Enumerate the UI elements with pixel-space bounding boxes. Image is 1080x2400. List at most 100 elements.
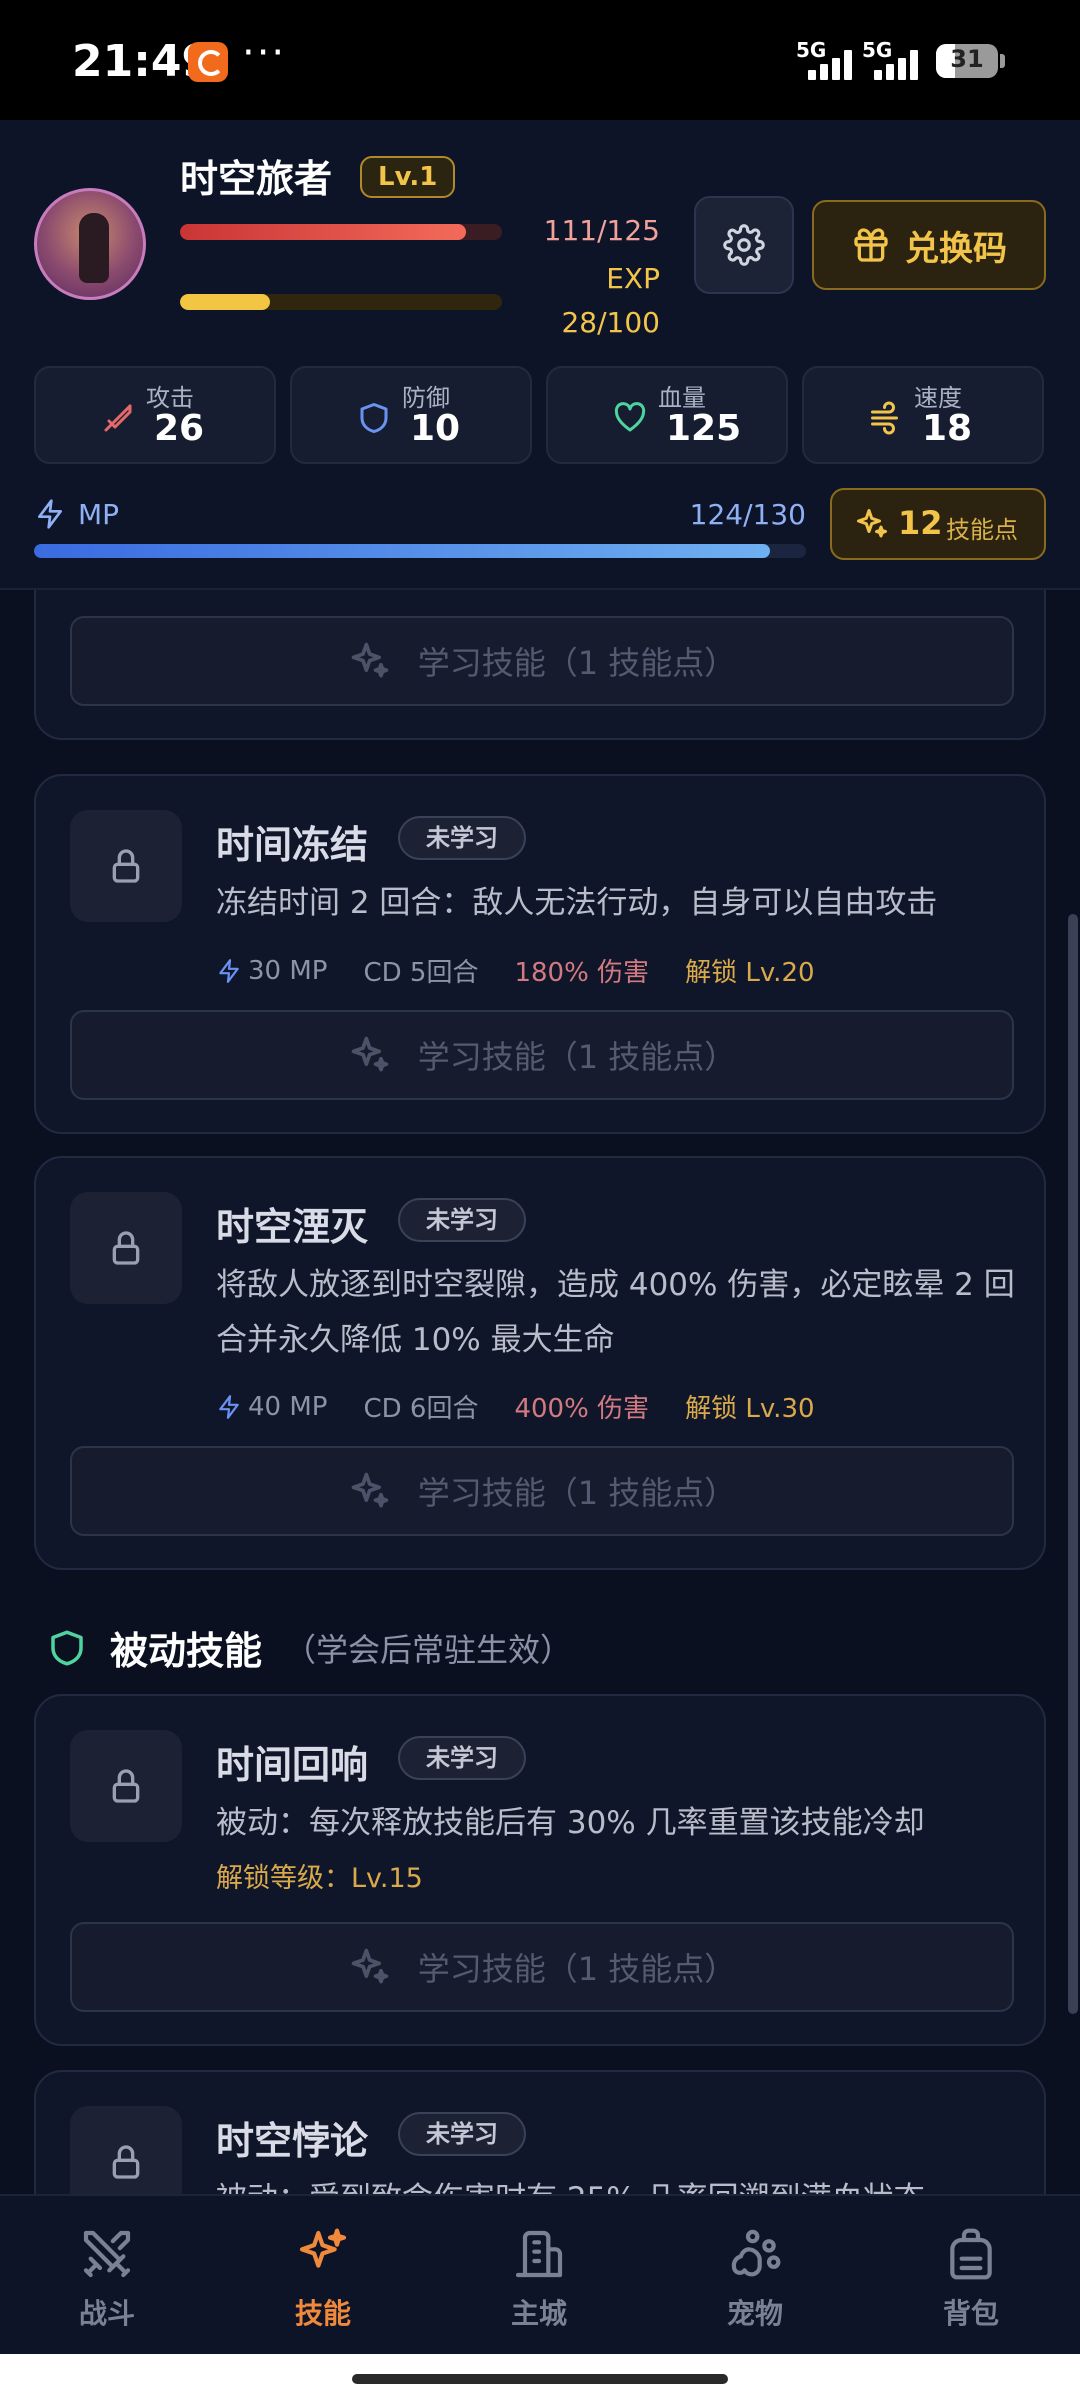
skill-damage: 400% 伤害	[514, 1394, 650, 1424]
learn-skill-button[interactable]: 学习技能（1 技能点）	[70, 616, 1014, 706]
skill-unlock-level: 解锁等级：Lv.15	[216, 1863, 423, 1894]
passive-skill-card: 时空悖论 未学习 被动：受到致命伤害时有 25% 几率回溯到满血状态	[34, 2070, 1046, 2194]
skill-points-label: 技能点	[946, 516, 1018, 544]
learn-skill-label: 学习技能（1 技能点）	[417, 1038, 737, 1076]
sparkles-icon	[351, 1472, 389, 1508]
skill-status-badge: 未学习	[398, 816, 526, 860]
skill-points-value: 12	[898, 504, 943, 542]
stat-defense-value: 10	[410, 408, 461, 449]
stat-speed: 速度 18	[802, 366, 1044, 464]
sparkles-icon	[351, 1948, 389, 1984]
shield-icon	[51, 1630, 83, 1665]
skill-name: 时间回响	[216, 1743, 369, 1787]
redeem-code-label: 兑换码	[905, 228, 1007, 269]
nav-label: 背包	[942, 2297, 999, 2330]
skill-status-badge: 未学习	[398, 1736, 526, 1780]
notification-app-icon	[188, 42, 228, 82]
skill-description: 被动：每次释放技能后有 30% 几率重置该技能冷却	[216, 1805, 925, 1841]
skill-unlock-level: 解锁 Lv.20	[685, 958, 815, 988]
sword-icon	[104, 404, 132, 432]
sparkles-icon	[351, 642, 389, 678]
lightning-icon	[219, 958, 239, 983]
skill-meta: 30 MP CD 5回合 180% 伤害 解锁 Lv.20	[216, 952, 815, 989]
skill-status-badge: 未学习	[398, 2112, 526, 2156]
settings-button[interactable]	[694, 196, 794, 294]
skill-name: 时空湮灭	[216, 1205, 369, 1249]
battery-level: 31	[950, 45, 984, 73]
exp-value: 28/100	[561, 306, 660, 339]
skill-meta: 40 MP CD 6回合 400% 伤害 解锁 Lv.30	[216, 1388, 815, 1425]
skill-card-previous: 学习技能（1 技能点）	[34, 590, 1046, 740]
exp-label: EXP	[606, 262, 660, 295]
skill-locked-slot	[70, 2106, 182, 2194]
signal-icon-1	[808, 50, 860, 80]
learn-skill-label: 学习技能（1 技能点）	[417, 644, 737, 682]
sparkles-icon	[299, 2228, 347, 2268]
backpack-icon	[950, 2228, 992, 2280]
player-avatar[interactable]	[34, 188, 146, 300]
passive-skills-subtitle: （学会后常驻生效）	[284, 1630, 573, 1669]
stat-attack: 攻击 26	[34, 366, 276, 464]
skill-points-badge[interactable]: 12 技能点	[830, 488, 1046, 560]
lightning-icon	[219, 1394, 239, 1419]
nav-tab-backpack[interactable]: 背包	[896, 2226, 1046, 2336]
nav-tab-pets[interactable]: 宠物	[680, 2226, 830, 2336]
gear-icon	[723, 224, 765, 266]
home-indicator[interactable]	[352, 2374, 728, 2384]
stat-hp: 血量 125	[546, 366, 788, 464]
nav-tab-battle[interactable]: 战斗	[32, 2226, 182, 2336]
nav-label: 宠物	[726, 2297, 783, 2330]
skill-name: 时间冻结	[216, 823, 369, 867]
skill-cooldown: CD 6回合	[363, 1394, 479, 1424]
shield-icon	[360, 403, 388, 433]
skill-mp-cost: 30 MP	[248, 955, 328, 986]
gift-icon	[854, 228, 888, 262]
skill-mp-cost: 40 MP	[248, 1391, 328, 1422]
skill-damage: 180% 伤害	[514, 958, 650, 988]
stat-hp-value: 125	[666, 408, 742, 449]
nav-label: 技能	[294, 2297, 351, 2330]
skill-description: 冻结时间 2 回合：敌人无法行动，自身可以自由攻击	[216, 885, 938, 921]
mp-label: MP	[78, 498, 120, 531]
skill-locked-slot	[70, 1730, 182, 1842]
nav-tab-skills[interactable]: 技能	[248, 2226, 398, 2336]
nav-label: 战斗	[78, 2297, 135, 2330]
lock-icon	[112, 1231, 140, 1265]
skill-status-badge: 未学习	[398, 1198, 526, 1242]
skill-name: 时空悖论	[216, 2119, 369, 2163]
skill-locked-slot	[70, 810, 182, 922]
buildings-icon	[515, 2230, 563, 2278]
wind-icon	[871, 401, 898, 435]
learn-skill-button[interactable]: 学习技能（1 技能点）	[70, 1446, 1014, 1536]
heart-icon	[614, 402, 646, 432]
learn-skill-button[interactable]: 学习技能（1 技能点）	[70, 1010, 1014, 1100]
lock-icon	[112, 2145, 140, 2179]
skill-cooldown: CD 5回合	[363, 958, 479, 988]
skill-description: 被动：受到致命伤害时有 25% 几率回溯到满血状态	[216, 2172, 1026, 2194]
learn-skill-label: 学习技能（1 技能点）	[417, 1474, 737, 1512]
player-header: 时空旅者 Lv.1 111/125 EXP 28/100 兑换码 攻击 26 防…	[0, 120, 1080, 590]
skill-card: 时间冻结 未学习 冻结时间 2 回合：敌人无法行动，自身可以自由攻击 30 MP…	[34, 774, 1046, 1134]
paw-icon	[731, 2229, 781, 2277]
lock-icon	[112, 849, 140, 883]
passive-skills-header: 被动技能 （学会后常驻生效）	[46, 1620, 572, 1675]
sparkles-icon	[857, 509, 887, 538]
lock-icon	[112, 1769, 140, 1803]
nav-tab-city[interactable]: 主城	[464, 2226, 614, 2336]
learn-skill-button[interactable]: 学习技能（1 技能点）	[70, 1922, 1014, 2012]
mp-bar	[34, 544, 806, 558]
stat-speed-value: 18	[922, 408, 973, 449]
skills-list[interactable]: 学习技能（1 技能点） 时间冻结 未学习 冻结时间 2 回合：敌人无法行动，自身…	[0, 590, 1080, 2194]
lightning-icon	[38, 499, 62, 529]
nav-label: 主城	[510, 2297, 567, 2330]
stat-defense: 防御 10	[290, 366, 532, 464]
scrollbar[interactable]	[1068, 914, 1078, 2014]
skill-card: 时空湮灭 未学习 将敌人放逐到时空裂隙，造成 400% 伤害，必定眩晕 2 回合…	[34, 1156, 1046, 1570]
hp-value: 111/125	[543, 214, 660, 247]
sparkles-icon	[351, 1036, 389, 1072]
passive-skills-title: 被动技能	[110, 1629, 263, 1673]
player-name: 时空旅者	[180, 157, 333, 201]
redeem-code-button[interactable]: 兑换码	[812, 200, 1046, 290]
signal-icon-2	[874, 50, 926, 80]
bottom-nav: 战斗 技能 主城 宠物 背包	[0, 2194, 1080, 2354]
